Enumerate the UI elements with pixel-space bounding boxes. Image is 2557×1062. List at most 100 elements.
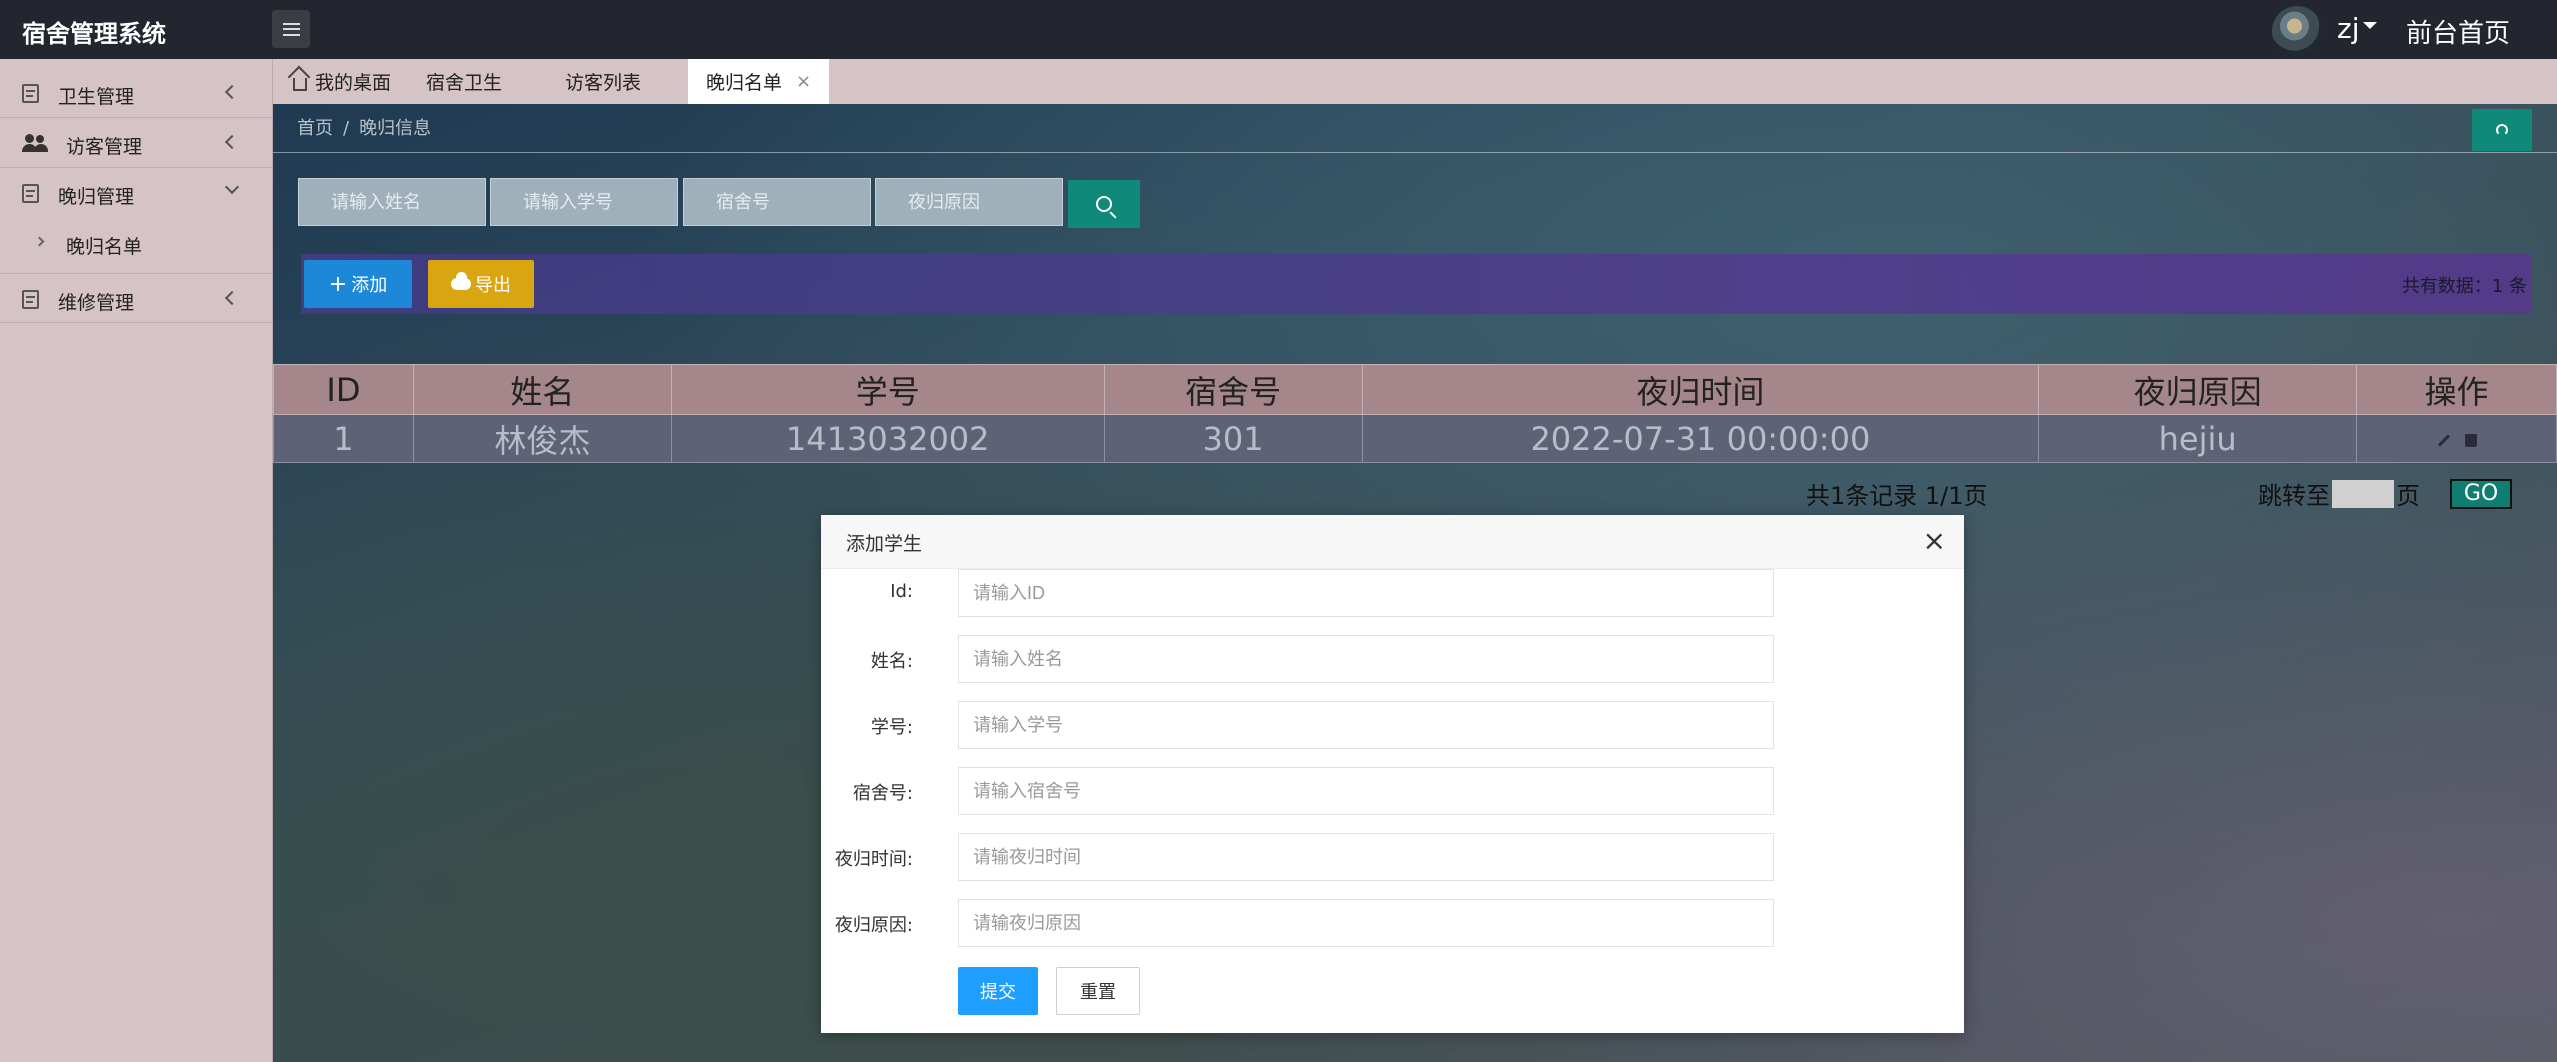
tab-bar: 我的桌面 宿舍卫生 访客列表 晚归名单 × — [273, 59, 2557, 104]
reset-button[interactable]: 重置 — [1056, 967, 1140, 1015]
tab-desktop[interactable]: 我的桌面 — [293, 59, 391, 104]
close-icon[interactable]: × — [1923, 527, 1946, 555]
breadcrumb: 首页 / 晚归信息 — [297, 114, 431, 140]
delete-icon[interactable] — [2464, 434, 2477, 447]
pager-jump-suffix: 页 — [2396, 482, 2420, 510]
sidebar-item-label: 卫生管理 — [58, 86, 135, 108]
cell-dorm: 301 — [1103, 414, 1363, 463]
form-row-name: 姓名: — [821, 635, 1964, 685]
tab-label: 宿舍卫生 — [426, 72, 503, 94]
column-header-reason: 夜归原因 — [2038, 364, 2358, 415]
form-row-time: 夜归时间: — [821, 833, 1964, 883]
breadcrumb-current: 晚归信息 — [359, 118, 432, 139]
late-return-table: ID 姓名 学号 宿舍号 夜归时间 夜归原因 操作 1 林俊杰 14130320… — [273, 364, 2557, 463]
search-button[interactable] — [1068, 180, 1140, 228]
form-row-student-id: 学号: — [821, 701, 1964, 751]
avatar[interactable] — [2272, 6, 2322, 56]
sidebar-subitem-late-list[interactable]: 晚归名单 — [0, 218, 273, 268]
menu-toggle-button[interactable] — [272, 10, 310, 48]
refresh-icon — [2496, 124, 2508, 136]
chevron-down-icon — [224, 179, 240, 195]
sidebar-subitem-label: 晚归名单 — [66, 236, 143, 258]
page-number-input[interactable] — [2332, 479, 2394, 508]
tab-label: 晚归名单 — [706, 72, 783, 94]
add-student-dialog: 添加学生 × Id: 姓名: 学号: 宿舍号: 夜归时间: 夜归原因: 提交 重… — [821, 515, 1964, 1033]
dorm-input[interactable] — [958, 767, 1774, 815]
cell-time: 2022-07-31 00:00:00 — [1361, 414, 2040, 463]
export-button[interactable]: 导出 — [428, 260, 534, 308]
sidebar-item-label: 晚归管理 — [58, 186, 135, 208]
column-header-actions: 操作 — [2356, 364, 2557, 415]
tab-label: 我的桌面 — [315, 72, 392, 94]
document-icon — [22, 184, 39, 203]
pager-info: 共1条记录 1/1页 — [1806, 482, 1988, 510]
pager-jump: 跳转至 页 GO — [2258, 476, 2512, 511]
field-label: 宿舍号: — [852, 783, 913, 804]
field-label: Id: — [890, 581, 913, 602]
column-header-dorm: 宿舍号 — [1103, 364, 1363, 415]
add-button[interactable]: + 添加 — [304, 260, 412, 308]
tab-dorm-hygiene[interactable]: 宿舍卫生 — [426, 59, 502, 104]
sidebar-item-repair[interactable]: 维修管理 — [0, 273, 273, 323]
sidebar-item-label: 维修管理 — [58, 292, 135, 314]
chevron-left-icon — [224, 134, 240, 150]
chevron-left-icon — [224, 84, 240, 100]
go-button[interactable]: GO — [2450, 478, 2512, 509]
chevron-left-icon — [224, 290, 240, 306]
search-name-input[interactable] — [298, 178, 486, 226]
edit-icon[interactable] — [2437, 434, 2450, 447]
tab-late-list[interactable]: 晚归名单 × — [688, 59, 830, 104]
menu-icon — [282, 22, 300, 36]
cloud-upload-icon — [451, 272, 471, 290]
column-header-time: 夜归时间 — [1361, 364, 2040, 415]
cell-actions — [2356, 414, 2557, 463]
field-label: 夜归时间: — [834, 849, 913, 870]
submit-button[interactable]: 提交 — [958, 967, 1038, 1015]
table-header-row: ID 姓名 学号 宿舍号 夜归时间 夜归原因 操作 — [273, 364, 2557, 415]
refresh-button[interactable] — [2472, 109, 2532, 151]
search-reason-input[interactable] — [875, 178, 1063, 226]
table-row: 1 林俊杰 1413032002 301 2022-07-31 00:00:00… — [273, 414, 2557, 463]
search-dorm-input[interactable] — [683, 178, 871, 226]
front-home-link[interactable]: 前台首页 — [2406, 13, 2510, 50]
divider — [273, 152, 2557, 153]
app-title: 宿舍管理系统 — [22, 20, 166, 48]
document-icon — [22, 290, 39, 309]
search-icon — [1096, 196, 1112, 212]
close-icon[interactable]: × — [796, 71, 811, 92]
student-id-input[interactable] — [958, 701, 1774, 749]
total-count: 共有数据：1 条 — [2401, 276, 2527, 297]
home-icon — [293, 78, 307, 91]
tab-visitor-list[interactable]: 访客列表 — [565, 59, 641, 104]
id-input[interactable] — [958, 569, 1774, 617]
chevron-down-icon[interactable] — [2363, 22, 2377, 29]
column-header-student-id: 学号 — [670, 364, 1105, 415]
cell-student-id: 1413032002 — [670, 414, 1105, 463]
cell-name: 林俊杰 — [412, 414, 672, 463]
search-student-id-input[interactable] — [490, 178, 678, 226]
form-row-id: Id: — [821, 569, 1964, 619]
column-header-name: 姓名 — [412, 364, 672, 415]
export-button-label: 导出 — [475, 275, 511, 296]
sidebar-item-late-return[interactable]: 晚归管理 — [0, 168, 273, 218]
top-header: 宿舍管理系统 zj 前台首页 — [0, 0, 2557, 59]
breadcrumb-home[interactable]: 首页 — [297, 118, 333, 139]
chevron-right-icon — [34, 236, 45, 247]
sidebar-item-hygiene[interactable]: 卫生管理 — [0, 68, 273, 118]
column-header-id: ID — [273, 364, 414, 415]
cell-reason: hejiu — [2038, 414, 2358, 463]
plus-icon: + — [328, 271, 348, 297]
sidebar-item-visitors[interactable]: 访客管理 — [0, 118, 273, 168]
late-reason-input[interactable] — [958, 899, 1774, 947]
dialog-header: 添加学生 × — [821, 515, 1964, 569]
name-input[interactable] — [958, 635, 1774, 683]
user-menu[interactable]: zj — [2337, 12, 2359, 45]
form-row-dorm: 宿舍号: — [821, 767, 1964, 817]
field-label: 学号: — [870, 717, 913, 738]
document-icon — [22, 84, 39, 103]
pager-jump-prefix: 跳转至 — [2258, 482, 2330, 510]
form-row-reason: 夜归原因: — [821, 899, 1964, 949]
dialog-title: 添加学生 — [846, 533, 923, 555]
late-time-input[interactable] — [958, 833, 1774, 881]
sidebar: 卫生管理 访客管理 晚归管理 晚归名单 维修管理 — [0, 59, 273, 1062]
